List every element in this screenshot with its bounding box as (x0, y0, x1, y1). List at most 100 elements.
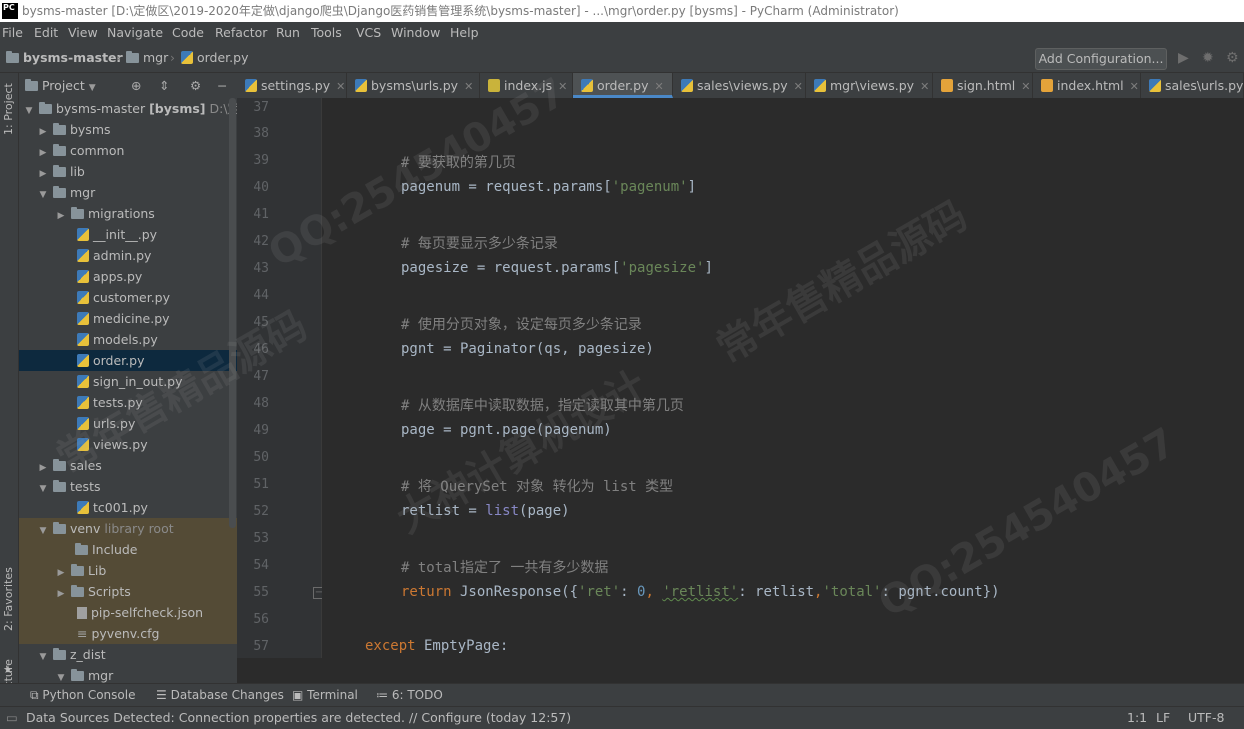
line-separator[interactable]: LF (1156, 707, 1170, 729)
collapse-all-icon[interactable]: ⇕ (159, 73, 169, 98)
debug-icon[interactable]: ✹ (1202, 44, 1214, 72)
tree-item-tests-py[interactable]: tests.py (19, 392, 237, 413)
file-encoding[interactable]: UTF-8 (1188, 707, 1224, 729)
tab-sign-html[interactable]: sign.html ✕ (933, 73, 1033, 98)
tab-bysms-urls-py[interactable]: bysms\urls.py ✕ (347, 73, 480, 98)
navigation-bar: bysms-master › mgr › order.py Add Config… (0, 44, 1244, 73)
tree-label: migrations (87, 206, 155, 221)
line-number: 47 (253, 369, 269, 384)
menu-vcs[interactable]: VCS (356, 22, 381, 44)
tree-item-models-py[interactable]: models.py (19, 329, 237, 350)
tree-item-tc001-py[interactable]: tc001.py (19, 497, 237, 518)
tree-item-apps-py[interactable]: apps.py (19, 266, 237, 287)
code-keyword: except (365, 638, 416, 654)
close-icon[interactable]: ✕ (464, 80, 473, 93)
tab-settings-py[interactable]: settings.py ✕ (237, 73, 347, 98)
tree-item-lib[interactable]: ▶ lib (19, 161, 237, 182)
tab-label: mgr\views.py (829, 78, 915, 93)
tree-item-tests[interactable]: ▼ tests (19, 476, 237, 497)
breadcrumb-mgr[interactable]: mgr (126, 44, 168, 72)
tree-item-admin-py[interactable]: admin.py (19, 245, 237, 266)
todo-button[interactable]: ≔ 6: TODO (376, 684, 443, 707)
favorites-tool-tab[interactable]: 2: Favorites (2, 567, 15, 631)
locate-file-icon[interactable]: ⊕ (131, 73, 141, 98)
close-icon[interactable]: ✕ (1021, 80, 1030, 93)
project-tool-tab[interactable]: 1: Project (2, 83, 15, 135)
tree-item-z-dist[interactable]: ▼ z_dist (19, 644, 237, 665)
tree-item-sales[interactable]: ▶ sales (19, 455, 237, 476)
line-number: 57 (253, 639, 269, 654)
code-line-55: return JsonResponse({'ret': 0, 'retlist'… (401, 584, 1000, 600)
tab-index-html[interactable]: index.html ✕ (1033, 73, 1141, 98)
tab-mgr-views-py[interactable]: mgr\views.py ✕ (806, 73, 933, 98)
tree-scrollbar[interactable] (229, 98, 236, 528)
close-icon[interactable]: ✕ (1130, 80, 1139, 93)
tree-item-migrations[interactable]: ▶ migrations (19, 203, 237, 224)
tree-item-lib-venv[interactable]: ▶ Lib (19, 560, 237, 581)
tab-index-js[interactable]: index.js ✕ (480, 73, 573, 98)
tree-item-order-py[interactable]: order.py (19, 350, 237, 371)
tab-order-py[interactable]: order.py ✕ (573, 73, 673, 98)
tree-item-pip-selfcheck[interactable]: pip-selfcheck.json (19, 602, 237, 623)
tree-item-views-py[interactable]: views.py (19, 434, 237, 455)
close-icon[interactable]: ✕ (920, 80, 929, 93)
python-file-icon (681, 79, 693, 92)
code-editor[interactable]: # 要获取的第几页 pagenum = request.params['page… (322, 98, 1244, 658)
bottom-tool-bar: ⧉ Python Console ☰ Database Changes ▣ Te… (0, 683, 1244, 707)
menu-view[interactable]: View (68, 22, 98, 44)
coverage-icon[interactable]: ⚙ (1226, 44, 1239, 72)
gear-icon[interactable]: ⚙ (190, 73, 201, 98)
add-configuration-button[interactable]: Add Configuration... (1035, 48, 1167, 70)
close-icon[interactable]: ✕ (654, 80, 663, 93)
python-console-button[interactable]: ⧉ Python Console (30, 684, 135, 707)
tab-sales-views-py[interactable]: sales\views.py ✕ (673, 73, 806, 98)
tree-item-include[interactable]: Include (19, 539, 237, 560)
line-number: 54 (253, 558, 269, 573)
python-file-icon (77, 228, 89, 241)
tree-item-sign-in-out-py[interactable]: sign_in_out.py (19, 371, 237, 392)
project-view-selector[interactable]: Project ▼ (25, 73, 96, 101)
tree-item-medicine-py[interactable]: medicine.py (19, 308, 237, 329)
menu-run[interactable]: Run (276, 22, 300, 44)
tree-item-bysms[interactable]: ▶ bysms (19, 119, 237, 140)
menu-window[interactable]: Window (391, 22, 440, 44)
tree-item-venv[interactable]: ▼ venv library root (19, 518, 237, 539)
breadcrumb-project[interactable]: bysms-master (6, 44, 123, 72)
menu-refactor[interactable]: Refactor (215, 22, 267, 44)
close-icon[interactable]: ✕ (558, 80, 567, 93)
code-string: 'total' (822, 584, 882, 600)
tree-item-mgr[interactable]: ▼ mgr (19, 182, 237, 203)
menu-help[interactable]: Help (450, 22, 479, 44)
tree-item-z-dist-mgr[interactable]: ▼ mgr (19, 665, 237, 683)
menu-code[interactable]: Code (172, 22, 204, 44)
tree-item-scripts[interactable]: ▶ Scripts (19, 581, 237, 602)
tree-item-urls-py[interactable]: urls.py (19, 413, 237, 434)
breadcrumb-file[interactable]: order.py (181, 44, 248, 72)
tree-label: mgr (69, 185, 96, 200)
menu-navigate[interactable]: Navigate (107, 22, 163, 44)
tree-item-bysms-master[interactable]: ▼ bysms-master [bysms] D:\定做 (19, 98, 237, 119)
caret-position[interactable]: 1:1 (1127, 707, 1147, 729)
breadcrumb-project-label: bysms-master (22, 50, 123, 65)
code-builtin: list (485, 503, 520, 519)
tree-item-customer-py[interactable]: customer.py (19, 287, 237, 308)
tree-item-init-py[interactable]: __init__.py (19, 224, 237, 245)
tree-item-common[interactable]: ▶ common (19, 140, 237, 161)
tree-item-pyvenv-cfg[interactable]: ≡ pyvenv.cfg (19, 623, 237, 644)
tab-sales-urls-py[interactable]: sales\urls.py (1141, 73, 1244, 98)
close-icon[interactable]: ✕ (336, 80, 345, 93)
status-message[interactable]: Data Sources Detected: Connection proper… (26, 707, 571, 729)
code-token: : retlist (738, 584, 815, 600)
breadcrumb-mgr-label: mgr (142, 50, 169, 65)
terminal-button[interactable]: ▣ Terminal (292, 684, 358, 707)
code-line-46: pgnt = Paginator(qs, pagesize) (401, 341, 654, 357)
database-changes-button[interactable]: ☰ Database Changes (156, 684, 284, 707)
tree-label: pip-selfcheck.json (90, 605, 204, 620)
menu-tools[interactable]: Tools (311, 22, 342, 44)
menu-file[interactable]: File (2, 22, 23, 44)
code-line-54: # total指定了 一共有多少数据 (401, 560, 609, 576)
hide-panel-icon[interactable]: − (217, 73, 227, 98)
menu-edit[interactable]: Edit (34, 22, 58, 44)
run-icon[interactable]: ▶ (1178, 44, 1189, 72)
close-icon[interactable]: ✕ (794, 80, 803, 93)
